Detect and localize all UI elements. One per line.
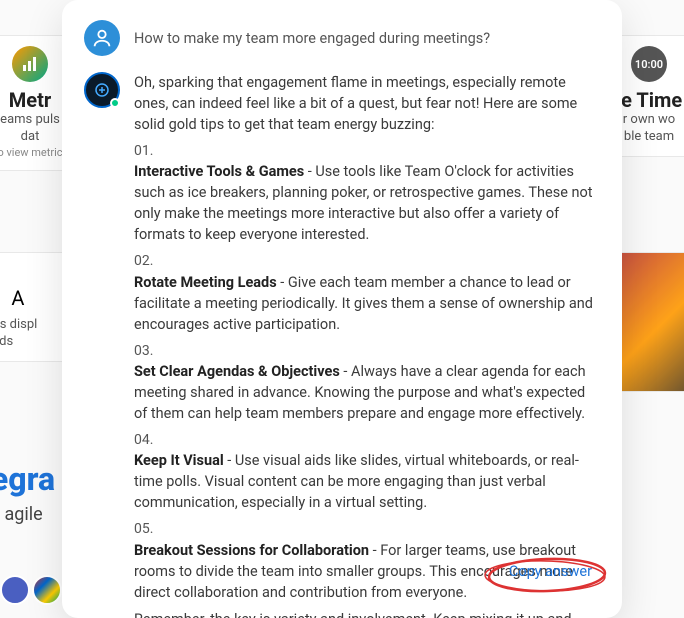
bg-footer: tegra ng agile xyxy=(0,460,55,525)
integrations-title: tegra xyxy=(0,460,55,498)
tip-number: 03. xyxy=(134,341,600,361)
ai-outro: Remember, the key is variety and involve… xyxy=(134,609,600,618)
count-label: A xyxy=(11,286,24,310)
user-message-row: How to make my team more engaged during … xyxy=(84,20,600,56)
user-avatar xyxy=(84,20,120,56)
teams-icon[interactable] xyxy=(0,575,30,605)
ai-message: Oh, sparking that engagement flame in me… xyxy=(134,72,600,618)
tip-item: Keep It Visual - Use visual aids like sl… xyxy=(134,450,600,513)
ai-avatar xyxy=(84,72,120,108)
chart-icon xyxy=(12,46,48,82)
tip-title: Keep It Visual xyxy=(134,452,224,469)
count-number: 1 xyxy=(0,263,7,317)
tip-title: Breakout Sessions for Collaboration xyxy=(134,542,369,559)
status-dot-icon xyxy=(110,98,120,108)
tip-number: 01. xyxy=(134,141,600,161)
integration-icons xyxy=(0,575,62,605)
chat-modal: How to make my team more engaged during … xyxy=(62,0,622,618)
tip-number: 02. xyxy=(134,251,600,271)
tip-title: Set Clear Agendas & Objectives xyxy=(134,363,340,380)
user-message: How to make my team more engaged during … xyxy=(134,20,600,56)
tip-title: Rotate Meeting Leads xyxy=(134,274,277,291)
integrations-sub: ng agile xyxy=(0,504,55,525)
copy-answer-button[interactable]: Copy answer xyxy=(509,563,592,580)
user-question: How to make my team more engaged during … xyxy=(134,20,600,49)
slack-icon[interactable] xyxy=(32,575,62,605)
tip-title: Interactive Tools & Games xyxy=(134,163,304,180)
tip-number: 04. xyxy=(134,430,600,450)
tip-number: 05. xyxy=(134,519,600,539)
tip-item: Rotate Meeting Leads - Give each team me… xyxy=(134,272,600,335)
ai-message-row: Oh, sparking that engagement flame in me… xyxy=(84,72,600,618)
ai-intro: Oh, sparking that engagement flame in me… xyxy=(134,72,600,135)
time-badge: 10:00 xyxy=(631,46,667,82)
tip-item: Set Clear Agendas & Objectives - Always … xyxy=(134,361,600,424)
tips-list: 01.Interactive Tools & Games - Use tools… xyxy=(134,141,600,603)
tip-item: Interactive Tools & Games - Use tools li… xyxy=(134,161,600,245)
